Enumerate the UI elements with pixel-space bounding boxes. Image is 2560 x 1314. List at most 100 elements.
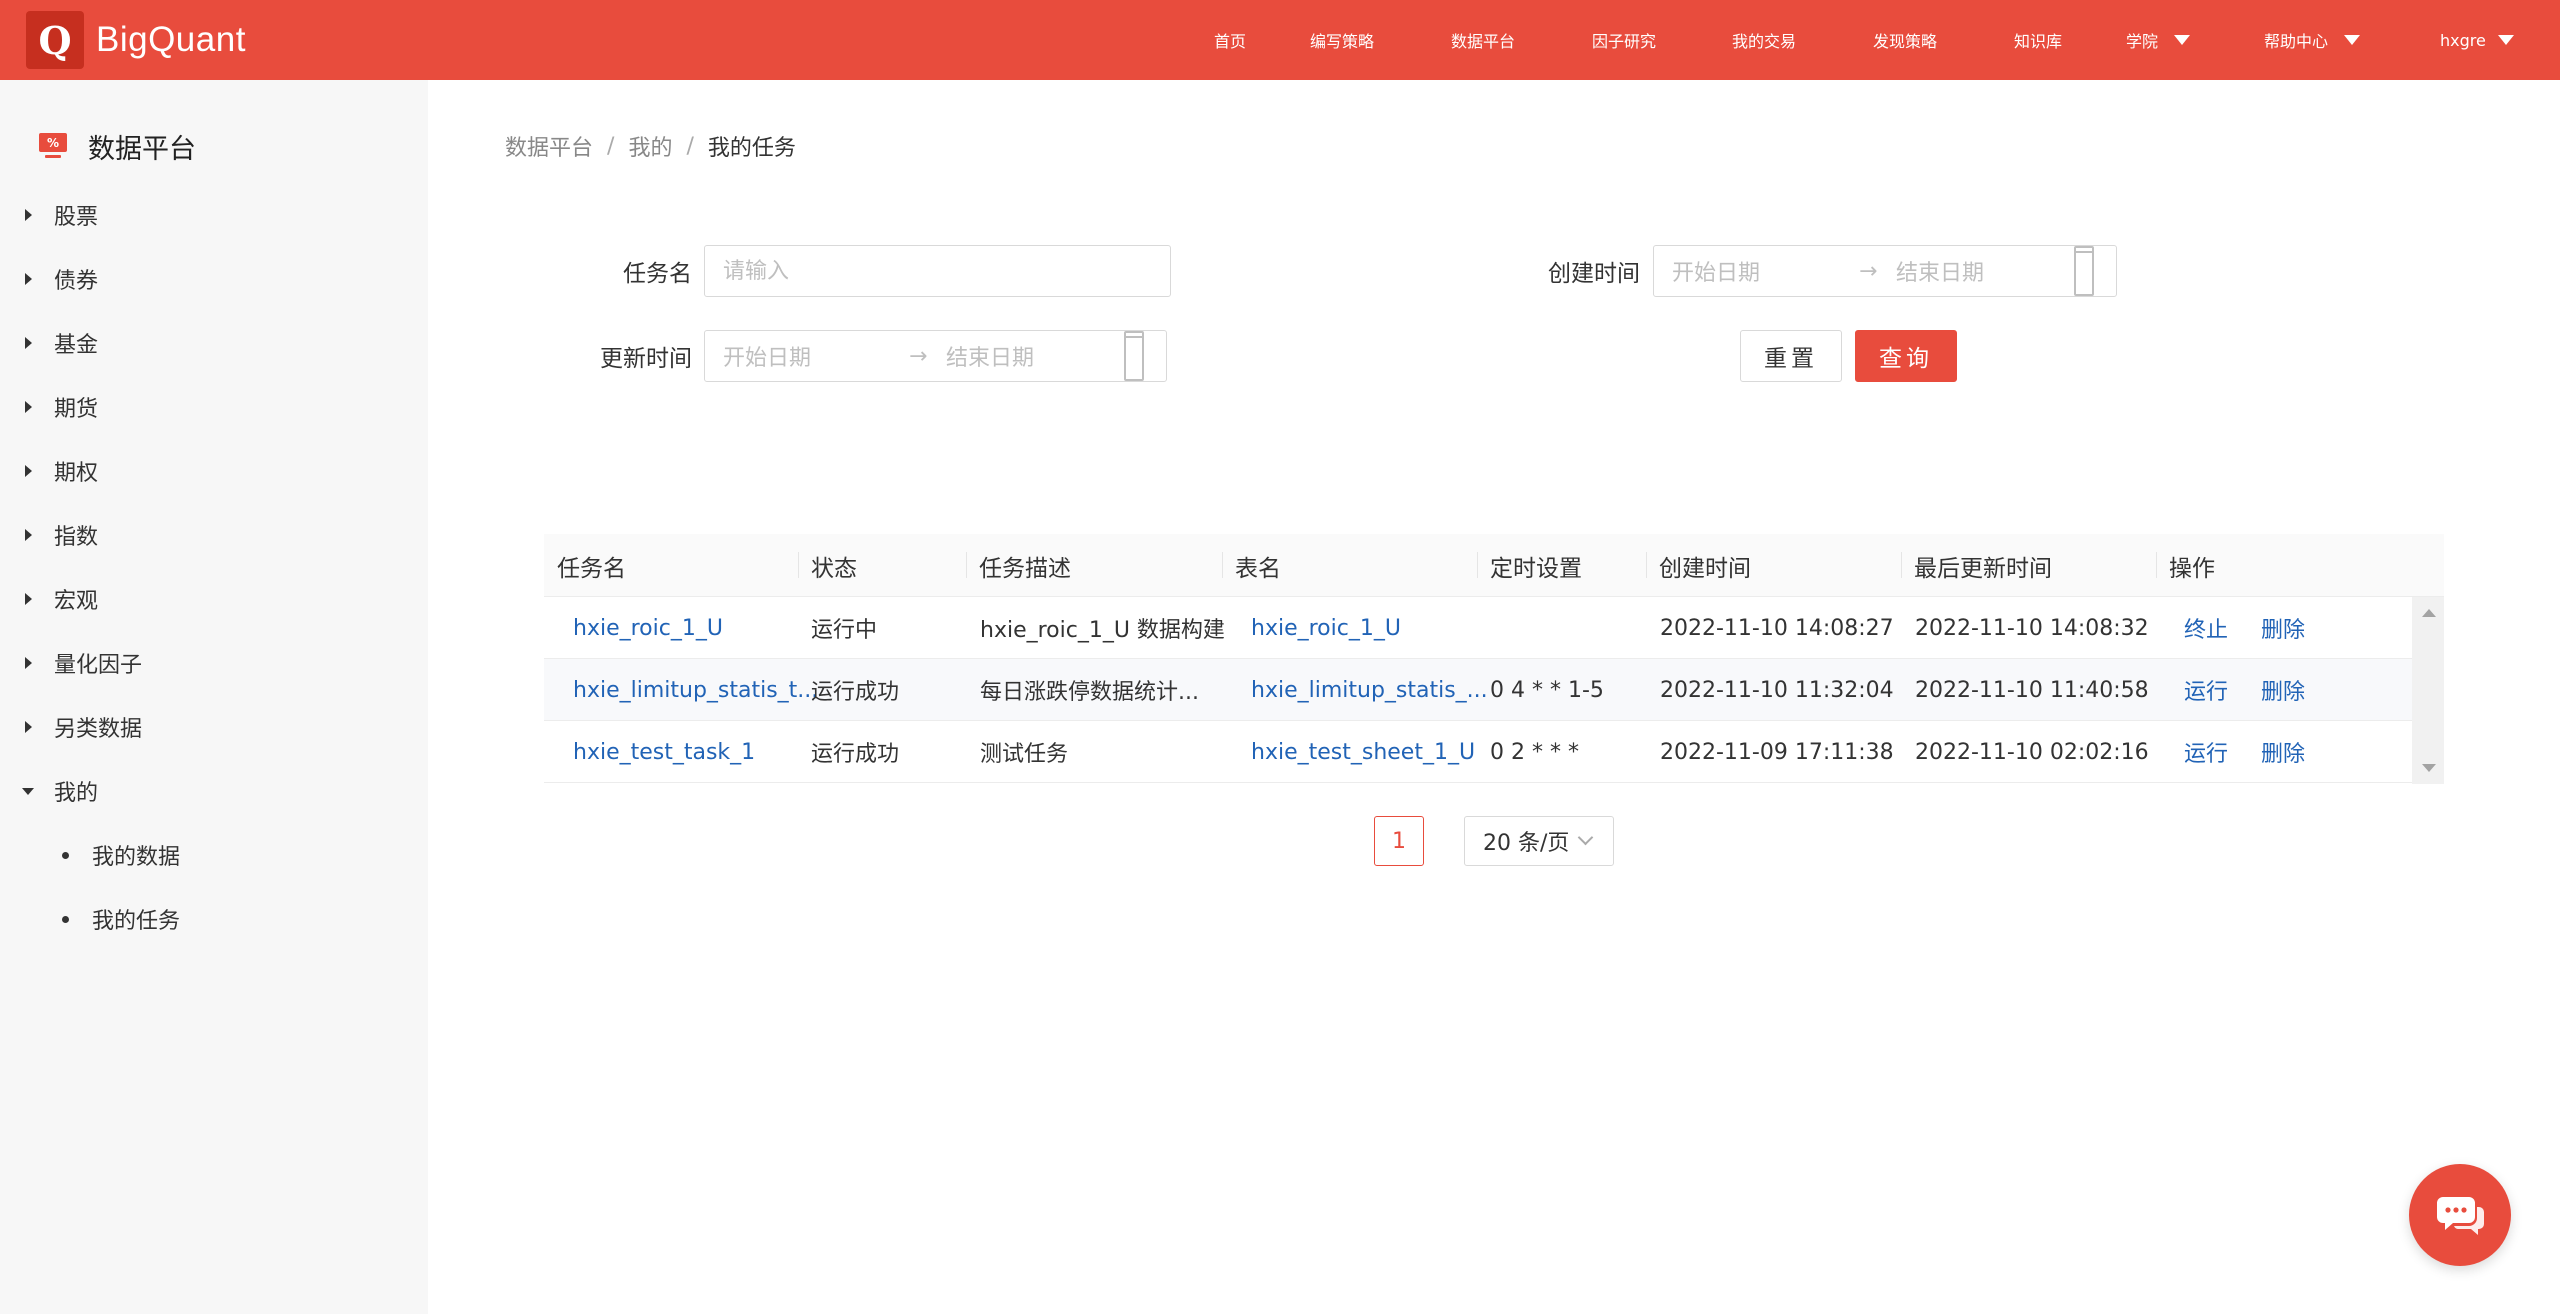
table-name-link[interactable]: hxie_roic_1_U: [1251, 597, 1401, 659]
calendar-icon: [2074, 246, 2094, 296]
run-button[interactable]: 运行: [2184, 721, 2228, 783]
sidebar-item-label: 股票: [54, 205, 99, 230]
created-start-date[interactable]: 开始日期: [1672, 246, 1760, 296]
delete-button[interactable]: 删除: [2261, 659, 2305, 721]
sidebar-subitem-my-tasks[interactable]: 我的任务: [0, 897, 428, 941]
sidebar-item-quant-factors[interactable]: 量化因子: [0, 641, 428, 685]
calendar-icon: [1124, 331, 1144, 381]
nav-factor-research[interactable]: 因子研究: [1592, 0, 1656, 80]
pagination-page-1[interactable]: 1: [1374, 816, 1424, 866]
table-row: hxie_limitup_statis_t... 运行成功 每日涨跌停数据统计.…: [544, 659, 2412, 721]
sidebar-item-bonds[interactable]: 债券: [0, 257, 428, 301]
created-time: 2022-11-10 11:32:04: [1660, 677, 1894, 703]
nav-academy[interactable]: 学院: [2126, 0, 2191, 80]
sidebar-item-mine[interactable]: 我的: [0, 769, 428, 813]
task-schedule: 0 4 * * 1-5: [1490, 677, 1604, 703]
page-size-value: 20 条/页: [1483, 831, 1570, 856]
page-size-select[interactable]: 20 条/页: [1464, 816, 1614, 866]
breadcrumb-data-platform[interactable]: 数据平台: [505, 130, 593, 162]
nav-my-trading[interactable]: 我的交易: [1732, 0, 1796, 80]
updated-time: 2022-11-10 11:40:58: [1915, 677, 2149, 703]
updated-time: 2022-11-10 02:02:16: [1915, 739, 2149, 765]
scroll-up-icon[interactable]: [2422, 609, 2436, 617]
task-name-link[interactable]: hxie_test_task_1: [573, 721, 755, 783]
col-actions: 操作: [2169, 555, 2215, 582]
table-row: hxie_test_task_1 运行成功 测试任务 hxie_test_she…: [544, 721, 2412, 783]
caret-right-icon: [25, 401, 32, 413]
sidebar-item-options[interactable]: 期权: [0, 449, 428, 493]
created-end-date[interactable]: 结束日期: [1896, 246, 1984, 296]
sidebar-item-futures[interactable]: 期货: [0, 385, 428, 429]
updated-date-range[interactable]: 开始日期 → 结束日期: [704, 330, 1167, 382]
reset-button[interactable]: 重置: [1740, 330, 1842, 382]
monitor-icon: %: [39, 133, 67, 158]
task-description: 测试任务: [980, 742, 1069, 767]
table-name-link[interactable]: hxie_test_sheet_1_U: [1251, 721, 1475, 783]
range-arrow: →: [909, 343, 928, 369]
sidebar-item-macro[interactable]: 宏观: [0, 577, 428, 621]
scroll-down-icon[interactable]: [2422, 764, 2436, 772]
sidebar-item-stocks[interactable]: 股票: [0, 193, 428, 237]
task-name-link[interactable]: hxie_limitup_statis_t...: [573, 659, 818, 721]
sidebar-subitem-label: 我的数据: [92, 845, 181, 870]
nav-help-center[interactable]: 帮助中心: [2264, 0, 2361, 80]
sidebar-item-label: 基金: [54, 333, 99, 358]
nav-help-label: 帮助中心: [2264, 32, 2329, 51]
created-date-range[interactable]: 开始日期 → 结束日期: [1653, 245, 2117, 297]
updated-end-date[interactable]: 结束日期: [946, 331, 1034, 381]
table-header: 任务名 状态 任务描述 表名 定时设置 创建时间 最后更新时间 操作: [544, 534, 2444, 597]
sidebar-item-funds[interactable]: 基金: [0, 321, 428, 365]
caret-down-icon: [22, 787, 34, 795]
task-schedule: 0 2 * * *: [1490, 739, 1579, 765]
table-row: hxie_roic_1_U 运行中 hxie_roic_1_U 数据构建 hxi…: [544, 597, 2412, 659]
table-name-link[interactable]: hxie_limitup_statis_...: [1251, 659, 1488, 721]
task-name-link[interactable]: hxie_roic_1_U: [573, 597, 723, 659]
sidebar-item-label: 另类数据: [54, 717, 143, 742]
created-time: 2022-11-10 14:08:27: [1660, 615, 1894, 641]
chat-bubble-icon: [2437, 1197, 2484, 1235]
stop-button[interactable]: 终止: [2184, 597, 2228, 659]
task-name-input[interactable]: [704, 245, 1171, 297]
sidebar-item-label: 指数: [54, 525, 99, 550]
sidebar-item-indices[interactable]: 指数: [0, 513, 428, 557]
col-updated: 最后更新时间: [1914, 555, 2052, 582]
col-schedule: 定时设置: [1490, 555, 1582, 582]
col-table-name: 表名: [1235, 555, 1281, 582]
chevron-down-icon: [1577, 829, 1594, 846]
sidebar-item-label: 债券: [54, 269, 99, 294]
created-time-label: 创建时间: [1548, 261, 1640, 287]
col-description: 任务描述: [979, 555, 1071, 582]
caret-right-icon: [25, 209, 32, 221]
caret-right-icon: [25, 529, 32, 541]
breadcrumb-mine[interactable]: 我的: [628, 130, 672, 162]
delete-button[interactable]: 删除: [2261, 721, 2305, 783]
brand-logo[interactable]: Q BigQuant: [26, 11, 246, 69]
nav-discover-strategy[interactable]: 发现策略: [1873, 0, 1937, 80]
username: hxgre: [2440, 30, 2486, 50]
query-button[interactable]: 查询: [1855, 330, 1957, 382]
nav-knowledge-base[interactable]: 知识库: [2014, 0, 2062, 80]
chevron-down-icon: [2174, 35, 2191, 45]
sidebar-subitem-my-data[interactable]: 我的数据: [0, 833, 428, 877]
table-scrollbar[interactable]: [2412, 597, 2444, 784]
task-status: 运行成功: [811, 742, 900, 767]
col-task-name: 任务名: [557, 555, 626, 582]
nav-data-platform[interactable]: 数据平台: [1451, 0, 1515, 80]
run-button[interactable]: 运行: [2184, 659, 2228, 721]
tasks-table: 任务名 状态 任务描述 表名 定时设置 创建时间 最后更新时间 操作 hxie_…: [544, 534, 2444, 784]
updated-start-date[interactable]: 开始日期: [723, 331, 811, 381]
caret-right-icon: [25, 657, 32, 669]
nav-write-strategy[interactable]: 编写策略: [1310, 0, 1374, 80]
nav-home[interactable]: 首页: [1214, 0, 1246, 80]
sidebar: % 数据平台 股票 债券 基金 期货 期权 指数 宏观 量化因子 另类数据 我的…: [0, 80, 428, 1314]
sidebar-item-label: 期权: [54, 461, 99, 486]
chat-support-button[interactable]: [2409, 1164, 2511, 1266]
bullet-icon: [62, 915, 69, 923]
user-menu[interactable]: hxgre: [2440, 0, 2514, 80]
top-navbar: Q BigQuant 首页 编写策略 数据平台 因子研究 我的交易 发现策略 知…: [0, 0, 2560, 80]
sidebar-item-alternative-data[interactable]: 另类数据: [0, 705, 428, 749]
task-status: 运行中: [811, 618, 878, 643]
delete-button[interactable]: 删除: [2261, 597, 2305, 659]
caret-right-icon: [25, 721, 32, 733]
sidebar-item-label: 量化因子: [54, 653, 143, 678]
